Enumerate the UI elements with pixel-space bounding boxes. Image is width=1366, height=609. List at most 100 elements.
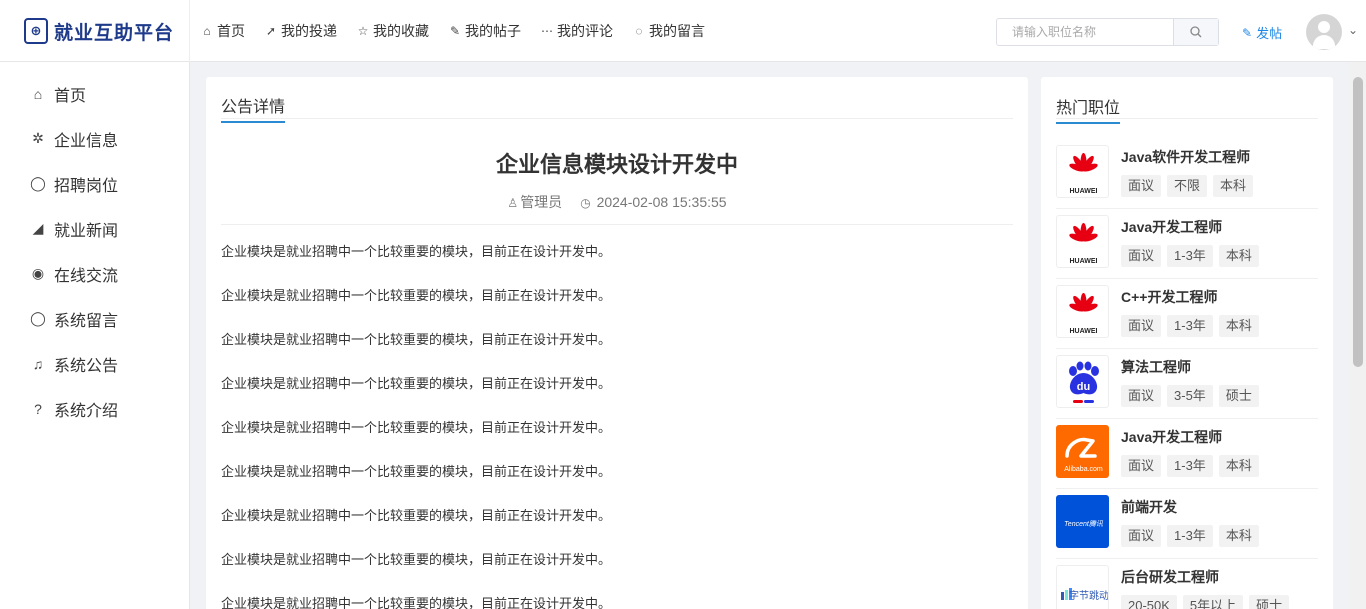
article-paragraph: 企业模块是就业招聘中一个比较重要的模块，目前正在设计开发中。 — [221, 376, 612, 391]
salary-tag: 面议 — [1121, 455, 1162, 477]
job-title: Java开发工程师 — [1121, 429, 1223, 445]
topnav-label: 首页 — [217, 23, 245, 39]
sidebar-item-news[interactable]: ◢ 就业新闻 — [0, 206, 189, 251]
rss-icon: ◢ — [32, 220, 44, 236]
card-header: 公告详情 — [221, 77, 1013, 123]
search-box — [996, 18, 1219, 46]
article-paragraph: 企业模块是就业招聘中一个比较重要的模块，目前正在设计开发中。 — [221, 464, 612, 479]
topnav-label: 我的评论 — [557, 23, 613, 39]
job-item[interactable]: HUAWEI Java软件开发工程师 面议 不限 本科 — [1056, 139, 1318, 209]
sidebar: ⌂ 首页 ✲ 企业信息 ◯ 招聘岗位 ◢ 就业新闻 ◉ 在线交流 ◯ 系统留言 ♫ 系统公告 … — [0, 62, 190, 609]
job-item[interactable]: Tencent腾讯 前端开发 面议 1-3年 本科 — [1056, 489, 1318, 559]
company-icon: ✲ — [32, 130, 44, 146]
job-tags: 面议 1-3年 本科 — [1121, 245, 1265, 267]
comment-icon: ◌ — [635, 24, 643, 38]
message-icon: ◯ — [30, 310, 46, 326]
sidebar-item-label: 系统介绍 — [54, 402, 119, 420]
job-tags: 面议 1-3年 本科 — [1121, 315, 1265, 337]
job-title: C++开发工程师 — [1121, 289, 1218, 305]
topnav-my-favorites[interactable]: ☆ 我的收藏 — [356, 21, 429, 41]
clock-icon: ◷ — [580, 196, 591, 210]
topnav-label: 我的留言 — [649, 23, 705, 39]
education-tag: 硕士 — [1218, 385, 1259, 407]
education-tag: 本科 — [1218, 315, 1259, 337]
experience-tag: 1-3年 — [1167, 525, 1213, 547]
sidebar-item-label: 招聘岗位 — [54, 177, 119, 195]
sidebar-item-home[interactable]: ⌂ 首页 — [0, 71, 189, 116]
education-tag: 本科 — [1213, 175, 1254, 197]
sidebar-item-announcements[interactable]: ♫ 系统公告 — [0, 341, 189, 386]
topnav-my-posts[interactable]: ✎ 我的帖子 — [448, 21, 521, 41]
topnav-my-applications[interactable]: ➚ 我的投递 — [264, 21, 337, 41]
chevron-down-icon[interactable]: ⌄ — [1348, 23, 1358, 37]
logo-icon: ⊕ — [24, 18, 48, 44]
sidebar-item-label: 系统留言 — [54, 312, 119, 330]
post-button[interactable]: ✎ 发帖 — [1242, 23, 1282, 42]
experience-tag: 1-3年 — [1167, 455, 1213, 477]
hot-jobs-header: 热门职位 — [1056, 77, 1318, 124]
svg-text:HUAWEI: HUAWEI — [1070, 258, 1098, 265]
scrollbar-thumb[interactable] — [1353, 77, 1363, 367]
company-logo-huawei: HUAWEI — [1056, 215, 1109, 268]
experience-tag: 5年以上 — [1182, 595, 1244, 609]
job-title: 算法工程师 — [1121, 359, 1191, 375]
topnav-my-comments[interactable]: ⋯ 我的评论 — [540, 21, 613, 41]
avatar[interactable] — [1306, 14, 1342, 50]
comments-icon: ⋯ — [541, 24, 553, 38]
hot-jobs-panel: 热门职位 HUAWEI Java软件开发工程师 面议 不限 本科 HUAWEI … — [1041, 77, 1333, 609]
article-body: 企业模块是就业招聘中一个比较重要的模块，目前正在设计开发中。 企业模块是就业招聘… — [221, 243, 1013, 609]
job-item[interactable]: 字节跳动 后台研发工程师 20-50K 5年以上 硕士 — [1056, 559, 1318, 609]
job-title: Java开发工程师 — [1121, 219, 1223, 235]
star-icon: ☆ — [357, 24, 369, 38]
sidebar-item-chat[interactable]: ◉ 在线交流 — [0, 251, 189, 296]
topnav-my-messages[interactable]: ◌ 我的留言 — [632, 21, 705, 41]
article-paragraph: 企业模块是就业招聘中一个比较重要的模块，目前正在设计开发中。 — [221, 288, 612, 303]
topnav-home[interactable]: ⌂ 首页 — [200, 21, 245, 41]
divider — [221, 224, 1013, 225]
experience-tag: 1-3年 — [1167, 245, 1213, 267]
home-icon: ⌂ — [203, 24, 211, 38]
svg-text:HUAWEI: HUAWEI — [1070, 328, 1098, 335]
job-title: 前端开发 — [1121, 499, 1177, 515]
company-logo-huawei: HUAWEI — [1056, 145, 1109, 198]
sidebar-item-jobs[interactable]: ◯ 招聘岗位 — [0, 161, 189, 206]
article-paragraph: 企业模块是就业招聘中一个比较重要的模块，目前正在设计开发中。 — [221, 244, 612, 259]
job-title: Java软件开发工程师 — [1121, 149, 1251, 165]
user-icon: ♙ — [507, 196, 519, 210]
salary-tag: 面议 — [1121, 385, 1162, 407]
company-logo-bytedance: 字节跳动 — [1056, 565, 1109, 609]
search-icon — [1190, 26, 1202, 38]
search-input[interactable] — [997, 19, 1173, 45]
sidebar-item-about[interactable]: ? 系统介绍 — [0, 386, 189, 431]
sidebar-item-messages[interactable]: ◯ 系统留言 — [0, 296, 189, 341]
education-tag: 本科 — [1218, 245, 1259, 267]
search-button[interactable] — [1173, 19, 1218, 45]
education-tag: 本科 — [1218, 455, 1259, 477]
company-logo-baidu: du — [1056, 355, 1109, 408]
experience-tag: 不限 — [1167, 175, 1208, 197]
company-logo-alibaba: Alibaba.com — [1056, 425, 1109, 478]
sidebar-item-label: 系统公告 — [54, 357, 119, 375]
top-nav: ⌂ 首页 ➚ 我的投递 ☆ 我的收藏 ✎ 我的帖子 ⋯ 我的评论 ◌ 我的留言 — [200, 0, 724, 62]
job-tags: 面议 3-5年 硕士 — [1121, 385, 1265, 407]
salary-tag: 20-50K — [1121, 595, 1177, 609]
job-item[interactable]: HUAWEI C++开发工程师 面议 1-3年 本科 — [1056, 279, 1318, 349]
topnav-label: 我的投递 — [281, 23, 337, 39]
svg-text:HUAWEI: HUAWEI — [1070, 188, 1098, 195]
logo[interactable]: ⊕ 就业互助平台 — [0, 0, 190, 62]
job-item[interactable]: Alibaba.com Java开发工程师 面议 1-3年 本科 — [1056, 419, 1318, 489]
sidebar-item-company[interactable]: ✲ 企业信息 — [0, 116, 189, 161]
logo-text: 就业互助平台 — [54, 22, 175, 44]
announcement-card: 公告详情 企业信息模块设计开发中 ♙ 管理员 ◷ 2024-02-08 15:35:… — [206, 77, 1028, 609]
education-tag: 本科 — [1218, 525, 1259, 547]
paper-plane-icon: ➚ — [265, 24, 277, 38]
post-button-label: 发帖 — [1256, 26, 1283, 41]
svg-text:Tencent腾讯: Tencent腾讯 — [1064, 520, 1104, 528]
topnav-label: 我的帖子 — [465, 23, 521, 39]
job-item[interactable]: du 算法工程师 面议 3-5年 硕士 — [1056, 349, 1318, 419]
job-item[interactable]: HUAWEI Java开发工程师 面议 1-3年 本科 — [1056, 209, 1318, 279]
page-scrollbar[interactable] — [1350, 62, 1366, 609]
pencil-icon: ✎ — [1242, 25, 1253, 40]
sidebar-item-label: 在线交流 — [54, 267, 119, 285]
salary-tag: 面议 — [1121, 175, 1162, 197]
